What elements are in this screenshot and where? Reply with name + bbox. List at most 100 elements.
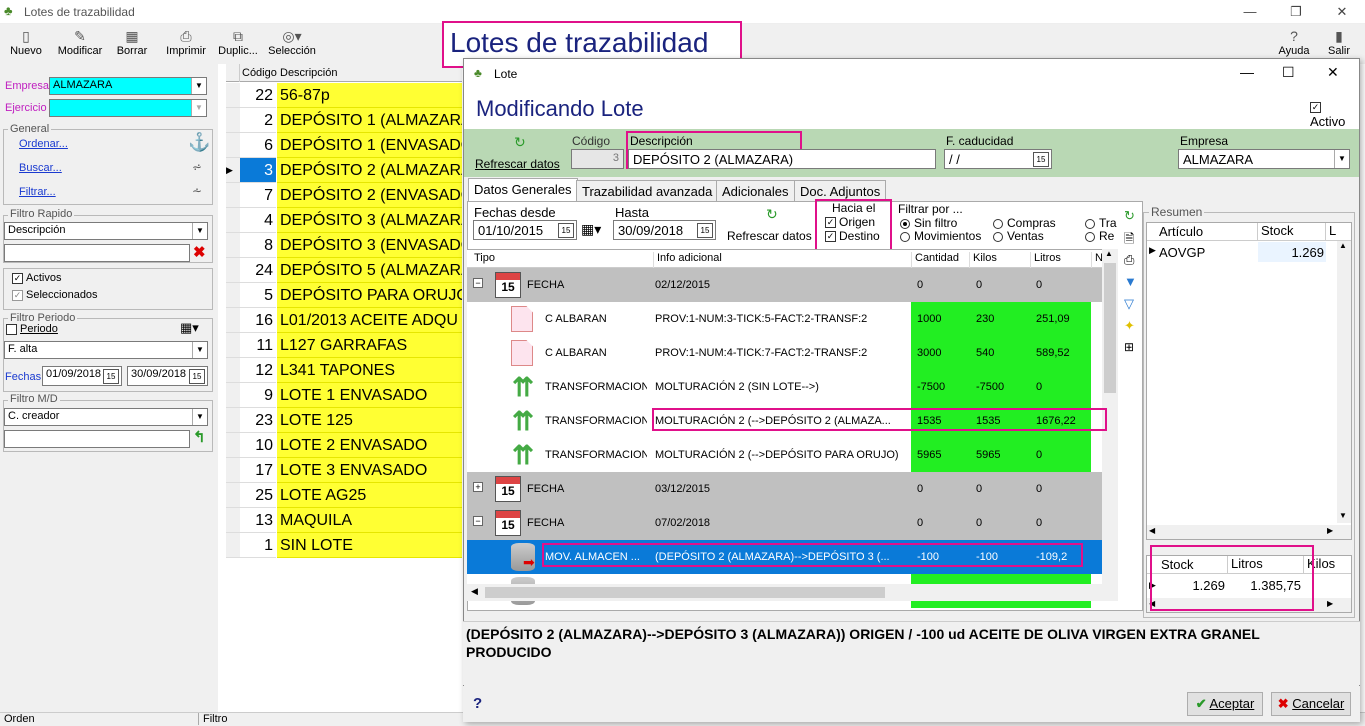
search-funnel-icon[interactable]: ⩫ — [192, 160, 202, 174]
list-item[interactable]: 10 LOTE 2 ENVASADO — [226, 433, 462, 458]
scroll-up-icon[interactable]: ▲ — [1105, 249, 1113, 258]
filter-icon[interactable]: ⩪ — [192, 184, 202, 198]
col-tipo[interactable]: Tipo — [471, 252, 495, 268]
col-litros[interactable]: Litros — [1030, 252, 1061, 268]
nuevo-button[interactable]: ▯ Nuevo — [6, 26, 46, 62]
origen-checkbox[interactable]: ✓ Origen — [825, 215, 875, 229]
document-icon[interactable]: 🗎 — [1124, 230, 1134, 252]
h-scroll-thumb[interactable] — [485, 587, 885, 598]
list-item[interactable]: 22 56-87p — [226, 83, 462, 108]
ordenar-link[interactable]: Ordenar... — [19, 138, 68, 150]
tree-structure-icon[interactable]: ⊞ — [1124, 340, 1134, 354]
res-hscroll[interactable]: ◀ ▶ — [1147, 525, 1351, 539]
filtrar-link[interactable]: Filtrar... — [19, 186, 56, 198]
calendar-icon[interactable]: 15 — [103, 369, 119, 384]
scroll-down-icon[interactable]: ▼ — [1339, 511, 1347, 520]
refresh-icon[interactable]: ↻ — [766, 206, 778, 223]
cancelar-button[interactable]: ✖ Cancelar — [1271, 692, 1351, 716]
scroll-left-icon[interactable]: ◀ — [1149, 526, 1155, 535]
table-row[interactable]: ⇈ TRANSFORMACION MOLTURACIÓN 2 (SIN LOTE--… — [467, 370, 1102, 404]
descripcion-header[interactable]: Descripción — [280, 67, 337, 79]
calendar-icon[interactable]: 15 — [1033, 152, 1049, 167]
table-row[interactable]: C ALBARAN PROV:1-NUM:3-TICK:5-FACT:2-TRAN… — [467, 302, 1102, 336]
list-item[interactable]: 12 L341 TAPONES — [226, 358, 462, 383]
list-item[interactable]: 24 DEPÓSITO 5 (ALMAZARA) — [226, 258, 462, 283]
md-input[interactable] — [4, 430, 190, 448]
scroll-up-icon[interactable]: ▲ — [1339, 241, 1347, 250]
calendar-icon[interactable]: 15 — [558, 223, 574, 238]
codigo-header[interactable]: Código — [242, 67, 277, 79]
restore-icon[interactable]: ❐ — [1273, 0, 1319, 24]
calendar-icon[interactable]: 15 — [189, 369, 205, 384]
fcaducidad-input[interactable]: / / 15 — [944, 149, 1052, 169]
fecha-desde-input[interactable]: 01/09/2018 15 — [42, 366, 122, 386]
tra-radio[interactable]: Tra — [1085, 216, 1121, 230]
dialog-minimize-icon[interactable]: — — [1240, 64, 1254, 80]
tab-adicionales[interactable]: Adicionales — [716, 180, 795, 202]
clear-x-icon[interactable]: ✖ — [193, 243, 206, 261]
list-item[interactable]: 23 LOTE 125 — [226, 408, 462, 433]
sin-filtro-radio[interactable]: Sin filtro — [900, 216, 957, 230]
duplicar-button[interactable]: ⧉ Duplic... — [216, 26, 260, 62]
res-articulo-header[interactable]: Artículo — [1159, 224, 1203, 239]
scroll-right-icon[interactable]: ▶ — [1327, 599, 1333, 608]
apply-arrow-icon[interactable]: ↰ — [193, 428, 206, 446]
table-row[interactable]: ⇈ TRANSFORMACION MOLTURACIÓN 2 (-->DEPÓSIT… — [467, 438, 1102, 472]
seleccionados-checkbox[interactable]: ✓ Seleccionados — [12, 289, 98, 301]
list-item[interactable]: 17 LOTE 3 ENVASADO — [226, 458, 462, 483]
list-item[interactable]: 8 DEPÓSITO 3 (ENVASADO) — [226, 233, 462, 258]
col-kilos[interactable]: Kilos — [969, 252, 997, 268]
borrar-button[interactable]: ▦ Borrar — [114, 26, 150, 62]
close-icon[interactable]: ✕ — [1319, 0, 1365, 24]
periodo-field-select[interactable]: F. alta ▼ — [4, 341, 208, 359]
periodo-checkbox[interactable]: Periodo — [6, 323, 58, 335]
expand-toggle-icon[interactable]: − — [473, 278, 483, 288]
res-stock-header[interactable]: Stock — [1257, 223, 1294, 241]
list-item[interactable]: 1 SIN LOTE — [226, 533, 462, 558]
lightbulb-icon[interactable]: ✦ — [1124, 318, 1135, 334]
re-radio[interactable]: Re — [1085, 229, 1121, 243]
list-item[interactable]: 5 DEPÓSITO PARA ORUJO — [226, 283, 462, 308]
table-row[interactable]: − 15 FECHA 02/12/2015 0 0 0 — [467, 268, 1102, 302]
imprimir-button[interactable]: ⎙ Imprimir — [166, 26, 206, 62]
activos-checkbox[interactable]: ✓ Activos — [12, 272, 61, 284]
calendar-grid-icon[interactable]: ▦▾ — [581, 221, 601, 238]
list-item[interactable]: 16 L01/2013 ACEITE ADQU — [226, 308, 462, 333]
aceptar-button[interactable]: ✔ Aceptar — [1187, 692, 1263, 716]
ventas-radio[interactable]: Ventas — [993, 229, 1044, 243]
res-vscroll[interactable]: ▲ ▼ — [1337, 241, 1351, 523]
h-scrollbar[interactable]: ◀ — [467, 584, 1102, 601]
ejercicio-select[interactable]: ▼ — [49, 99, 207, 117]
v-scroll-thumb[interactable] — [1104, 263, 1116, 393]
dlg-fecha-desde[interactable]: 01/10/2015 15 — [473, 220, 577, 240]
tab-trazabilidad[interactable]: Trazabilidad avanzada — [576, 180, 719, 202]
creador-select[interactable]: C. creador ▼ — [4, 408, 208, 426]
dialog-maximize-icon[interactable]: ☐ — [1282, 64, 1295, 81]
res-l-header[interactable]: L — [1325, 223, 1336, 241]
filter-clear-icon[interactable]: ▽ — [1124, 296, 1134, 312]
filtro-rapido-input[interactable] — [4, 244, 190, 262]
dialog-close-icon[interactable]: ✕ — [1327, 64, 1339, 81]
resumen-row[interactable]: ▶ AOVGP 1.269 — [1147, 242, 1337, 262]
filtro-rapido-select[interactable]: Descripción ▼ — [4, 222, 208, 240]
table-row[interactable]: C ALBARAN PROV:1-NUM:4-TICK:7-FACT:2-TRAN… — [467, 336, 1102, 370]
table-row[interactable]: − 15 FECHA 07/02/2018 0 0 0 — [467, 506, 1102, 540]
dlg-fecha-hasta[interactable]: 30/09/2018 15 — [613, 220, 716, 240]
refresh-icon[interactable]: ↻ — [1124, 208, 1135, 224]
fecha-hasta-input[interactable]: 30/09/2018 15 — [127, 366, 208, 386]
tab-datos-generales[interactable]: Datos Generales — [468, 178, 578, 202]
movimientos-radio[interactable]: Movimientos — [900, 229, 981, 243]
list-item[interactable]: 4 DEPÓSITO 3 (ALMAZARA) — [226, 208, 462, 233]
refrescar-link[interactable]: Refrescar datos — [475, 157, 560, 171]
activo-checkbox[interactable]: ✓Activo — [1310, 99, 1359, 129]
list-item[interactable]: ▶ 3 DEPÓSITO 2 (ALMAZARA) — [226, 158, 462, 183]
scroll-left-icon[interactable]: ◀ — [471, 586, 478, 597]
modificar-button[interactable]: ✎ Modificar — [56, 26, 104, 62]
col-cantidad[interactable]: Cantidad — [911, 252, 959, 268]
col-info[interactable]: Info adicional — [653, 252, 722, 268]
empresa-dlg-select[interactable]: ALMAZARA ▼ — [1178, 149, 1350, 169]
scroll-right-icon[interactable]: ▶ — [1327, 526, 1333, 535]
table-row[interactable]: +15 FECHA 03/12/2015 0 0 0 — [467, 472, 1102, 506]
list-item[interactable]: 13 MAQUILA — [226, 508, 462, 533]
descripcion-input[interactable]: DEPÓSITO 2 (ALMAZARA) — [628, 149, 936, 169]
